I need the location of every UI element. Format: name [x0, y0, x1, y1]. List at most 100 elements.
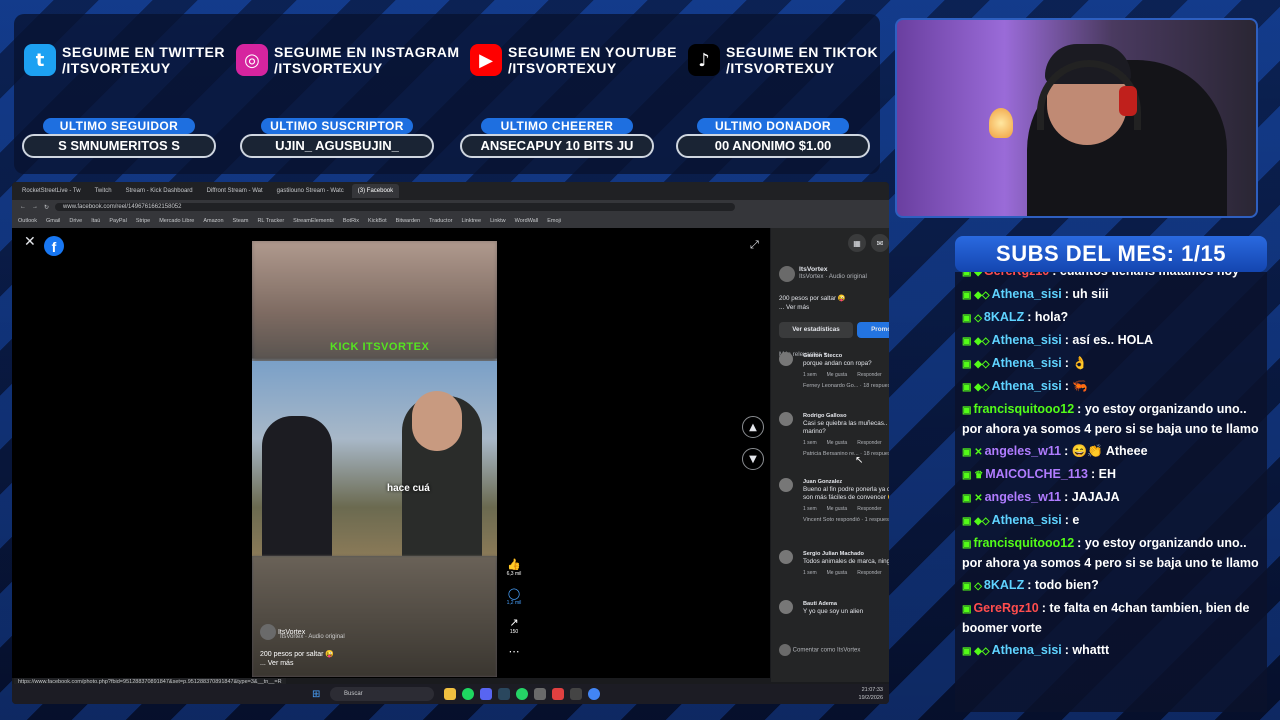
browser-tab[interactable]: Diffront Stream - Wat	[201, 184, 269, 198]
comment-input[interactable]: Comentar como ItsVortex	[793, 648, 861, 654]
chat-username[interactable]: Athena_sisi	[992, 379, 1062, 393]
see-more-link[interactable]: ... Ver más	[260, 659, 334, 668]
bookmark-item[interactable]: StreamElements	[293, 218, 334, 224]
chat-username[interactable]: Athena_sisi	[992, 513, 1062, 527]
comment-replies-link[interactable]: Ferney Leonardo Go... · 18 respuestas	[803, 382, 889, 390]
chat-username[interactable]: Athena_sisi	[992, 643, 1062, 657]
bookmark-item[interactable]: Drive	[69, 218, 82, 224]
comment-reply-button[interactable]: Responder	[857, 569, 881, 577]
facebook-logo[interactable]: f	[44, 236, 64, 256]
more-options-button[interactable]: ⋯	[504, 645, 524, 658]
comment-like-button[interactable]: Me gusta	[827, 439, 848, 447]
back-icon[interactable]: ←	[20, 204, 26, 210]
bookmark-item[interactable]: Stripe	[136, 218, 150, 224]
chat-username[interactable]: 8KALZ	[984, 310, 1024, 324]
reel-video[interactable]: KICK ITSVORTEX hace cuá ItsVortex ItsVor…	[252, 241, 497, 677]
comment-reply-button[interactable]: Responder	[857, 439, 881, 447]
steam-icon[interactable]	[498, 688, 510, 700]
comment-composer[interactable]: Comentar como ItsVortex	[779, 644, 889, 656]
windows-start-icon[interactable]: ⊞	[312, 689, 320, 700]
taskbar-search[interactable]: Buscar	[330, 687, 434, 701]
panel-author-name[interactable]: ItsVortex	[799, 266, 867, 273]
reel-audio[interactable]: ItsVortex · Audio original	[280, 634, 345, 640]
see-more-link[interactable]: ... Ver más	[779, 303, 846, 312]
comment-author[interactable]: Rodrigo Galloso	[803, 412, 889, 420]
taskbar-clock[interactable]: 21:07:33 19/2/2026	[859, 686, 883, 702]
bookmark-item[interactable]: BotRix	[343, 218, 359, 224]
comment-author[interactable]: Gaston Stecco	[803, 352, 889, 360]
reel-author[interactable]: ItsVortex ItsVortex · Audio original	[260, 624, 345, 640]
avatar[interactable]	[779, 352, 793, 366]
menu-grid-icon[interactable]: ▦	[848, 234, 866, 252]
chat-username[interactable]: Athena_sisi	[992, 356, 1062, 370]
whatsapp-icon[interactable]	[516, 688, 528, 700]
close-icon[interactable]: ✕	[24, 234, 36, 250]
previous-reel-button[interactable]: ▲	[742, 416, 764, 438]
avatar[interactable]	[779, 550, 793, 564]
file-explorer-icon[interactable]	[444, 688, 456, 700]
comment-author[interactable]: Juan Gonzalez	[803, 478, 889, 486]
app-icon[interactable]	[534, 688, 546, 700]
chat-username[interactable]: francisquitooo12	[973, 402, 1074, 416]
bookmark-item[interactable]: Itaú	[91, 218, 100, 224]
browser-tab[interactable]: Twitch	[89, 184, 118, 198]
bookmark-item[interactable]: Outlook	[18, 218, 37, 224]
browser-tab[interactable]: gastilouno Stream - Watc	[271, 184, 350, 198]
messenger-icon[interactable]: ✉	[871, 234, 889, 252]
bookmark-item[interactable]: Traductor	[429, 218, 452, 224]
comment-author[interactable]: Sergio Julian Machado	[803, 550, 889, 558]
bookmark-item[interactable]: Linktree	[461, 218, 481, 224]
bookmark-item[interactable]: PayPal	[109, 218, 126, 224]
discord-icon[interactable]	[480, 688, 492, 700]
bookmark-item[interactable]: Bitwarden	[396, 218, 420, 224]
avatar[interactable]	[260, 624, 276, 640]
chat-username[interactable]: MAICOLCHE_113	[985, 467, 1088, 481]
browser-tab[interactable]: Stream - Kick Dashboard	[120, 184, 199, 198]
bookmark-item[interactable]: WordWall	[515, 218, 539, 224]
app-icon[interactable]	[570, 688, 582, 700]
chat-username[interactable]: GereRgz10	[973, 601, 1038, 615]
browser-tab[interactable]: RocketStreetLive - Tw	[16, 184, 87, 198]
url-input[interactable]: www.facebook.com/reel/1496761662158052	[55, 203, 736, 211]
reload-icon[interactable]: ↻	[44, 204, 49, 211]
comment-like-button[interactable]: Me gusta	[827, 371, 848, 379]
forward-icon[interactable]: →	[32, 204, 38, 210]
avatar[interactable]	[779, 266, 795, 282]
comment-reply-button[interactable]: Responder	[857, 505, 881, 513]
expand-icon[interactable]: ⤢	[750, 238, 759, 252]
like-button[interactable]: 👍 6,3 mil	[504, 558, 524, 577]
bookmark-item[interactable]: RL Tracker	[257, 218, 284, 224]
share-button[interactable]: ↗ 150	[504, 616, 524, 635]
spotify-icon[interactable]	[462, 688, 474, 700]
next-reel-button[interactable]: ▼	[742, 448, 764, 470]
avatar[interactable]	[779, 600, 793, 614]
bookmark-item[interactable]: Linktw	[490, 218, 506, 224]
chrome-icon[interactable]	[588, 688, 600, 700]
panel-author[interactable]: ItsVortex ItsVortex · Audio original	[779, 266, 867, 282]
chat-username[interactable]: angeles_w11	[985, 490, 1061, 504]
bookmark-item[interactable]: Steam	[233, 218, 249, 224]
chat-username[interactable]: angeles_w11	[985, 444, 1061, 458]
bookmark-item[interactable]: Emoji	[547, 218, 561, 224]
bookmark-item[interactable]: KickBot	[368, 218, 387, 224]
chat-username[interactable]: GereRgz10	[984, 272, 1049, 278]
comment-like-button[interactable]: Me gusta	[827, 569, 848, 577]
comment-replies-link[interactable]: Vincent Soto respondió · 1 respuesta	[803, 516, 889, 524]
comment-button[interactable]: ◯ 1,2 mil	[504, 587, 524, 606]
chat-username[interactable]: Athena_sisi	[992, 333, 1062, 347]
comment-like-button[interactable]: Me gusta	[827, 505, 848, 513]
chat-username[interactable]: francisquitooo12	[973, 536, 1074, 550]
chat-username[interactable]: 8KALZ	[984, 578, 1024, 592]
view-stats-button[interactable]: Ver estadísticas	[779, 322, 853, 338]
browser-tab[interactable]: (3) Facebook	[351, 184, 400, 198]
app-icon[interactable]	[552, 688, 564, 700]
panel-audio[interactable]: ItsVortex · Audio original	[799, 273, 867, 280]
bookmark-item[interactable]: Gmail	[46, 218, 60, 224]
comment-reply-button[interactable]: Responder	[857, 371, 881, 379]
comment-replies-link[interactable]: Patricia Bersanino re... · 18 respuestas	[803, 450, 889, 458]
avatar[interactable]	[779, 478, 793, 492]
promote-reel-button[interactable]: Promocionar reel	[857, 322, 889, 338]
avatar[interactable]	[779, 412, 793, 426]
bookmark-item[interactable]: Mercado Libre	[159, 218, 194, 224]
comment-author[interactable]: Bauti Adema	[803, 600, 889, 608]
